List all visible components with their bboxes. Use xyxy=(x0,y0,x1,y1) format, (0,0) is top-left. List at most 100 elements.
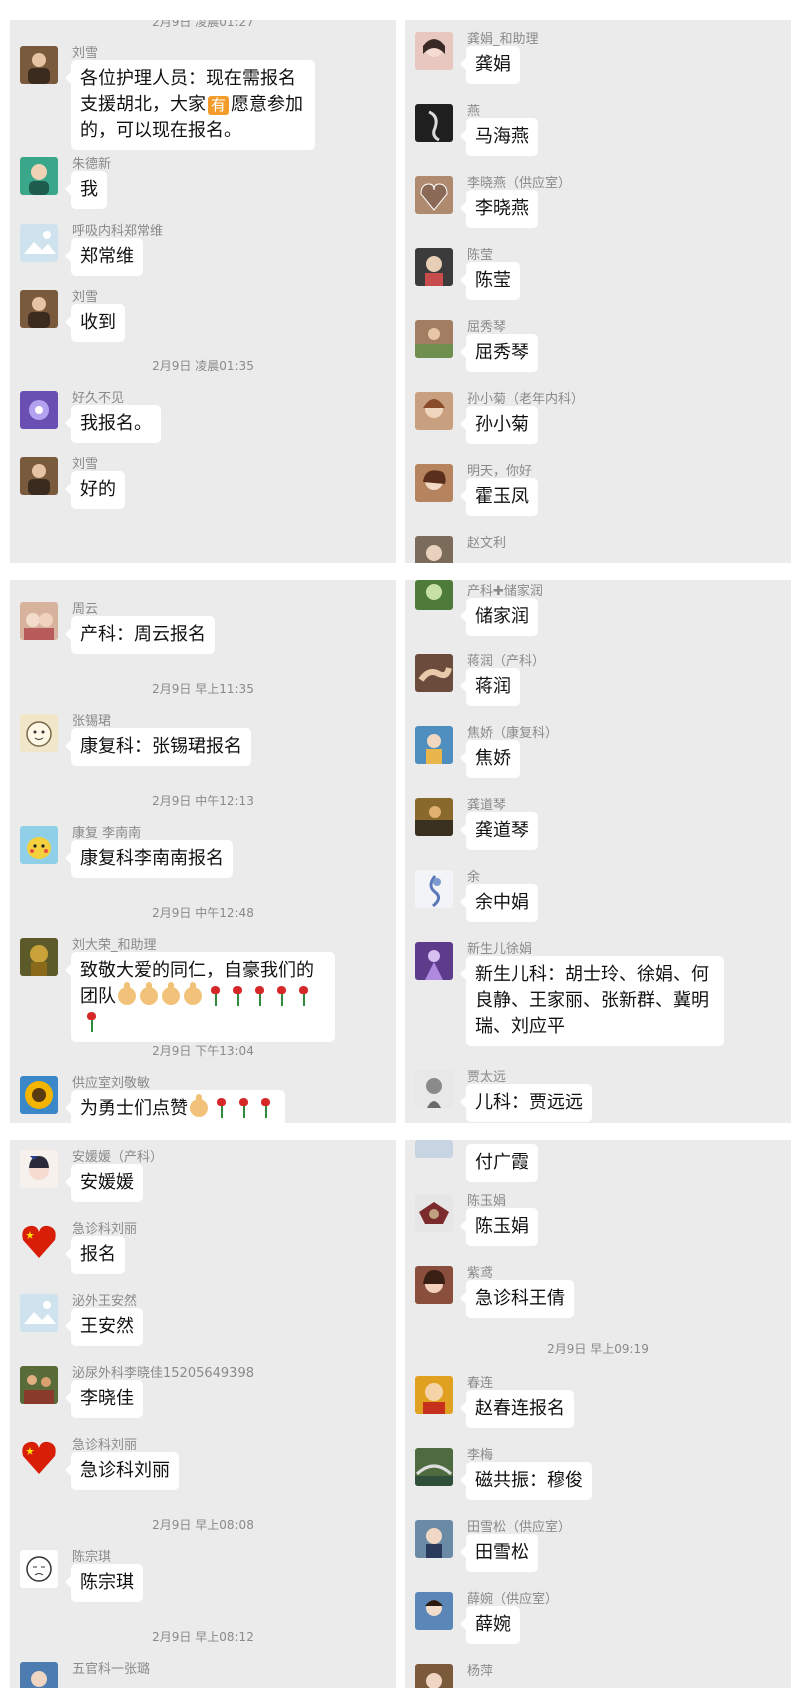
message-row: 薛婉（供应室） 薛婉 xyxy=(405,1588,791,1652)
message-bubble[interactable]: 李晓燕 xyxy=(460,190,538,228)
message-bubble[interactable]: 好的 xyxy=(65,471,125,509)
message-bubble[interactable]: 余中娟 xyxy=(460,884,538,922)
message-bubble[interactable]: 康复科李南南报名 xyxy=(65,840,233,878)
message-bubble[interactable]: 收到 xyxy=(65,304,125,342)
message-bubble[interactable]: 陈莹 xyxy=(460,262,520,300)
message-bubble[interactable]: 为勇士们点赞 xyxy=(65,1090,285,1123)
message-bubble[interactable]: 薛婉 xyxy=(460,1606,520,1644)
message-row: 急诊科刘丽 报名 xyxy=(10,1218,396,1282)
message-bubble[interactable]: 霍玉凤 xyxy=(460,478,538,516)
avatar[interactable] xyxy=(20,224,58,262)
timestamp: 2月9日 凌晨01:35 xyxy=(152,359,254,373)
message-bubble[interactable]: 龚娟 xyxy=(460,46,520,84)
message-text: 李晓燕 xyxy=(475,198,529,219)
avatar[interactable] xyxy=(415,176,453,214)
avatar[interactable] xyxy=(415,104,453,142)
message-text: 焦娇 xyxy=(475,748,511,769)
avatar[interactable] xyxy=(20,1550,58,1588)
avatar[interactable] xyxy=(415,32,453,70)
message-bubble[interactable]: 安媛媛 xyxy=(65,1164,143,1202)
avatar[interactable] xyxy=(415,1140,453,1158)
message-bubble[interactable]: 田雪松 xyxy=(460,1534,538,1572)
avatar[interactable] xyxy=(20,1150,58,1188)
message-bubble[interactable]: 陈玉娟 xyxy=(460,1208,538,1246)
message-bubble[interactable]: 磁共振：穆俊 xyxy=(460,1462,592,1500)
avatar[interactable] xyxy=(415,580,453,610)
message-bubble[interactable]: 付广霞 xyxy=(466,1144,538,1182)
avatar[interactable] xyxy=(20,290,58,328)
message-bubble[interactable]: 屈秀琴 xyxy=(460,334,538,372)
message-bubble[interactable]: 急诊科刘丽 xyxy=(65,1452,179,1490)
avatar[interactable] xyxy=(415,1520,453,1558)
avatar[interactable] xyxy=(415,942,453,980)
rose-icon xyxy=(296,986,310,1006)
sender-name: 陈宗琪 xyxy=(72,1550,112,1565)
avatar[interactable] xyxy=(415,1194,453,1232)
message-bubble[interactable]: 我 xyxy=(65,171,107,209)
message-bubble[interactable]: 致敬大爱的同仁，自豪我们的团队 xyxy=(65,952,335,1042)
avatar[interactable] xyxy=(415,392,453,430)
avatar[interactable] xyxy=(20,602,58,640)
avatar[interactable] xyxy=(415,248,453,286)
avatar[interactable] xyxy=(415,1376,453,1414)
avatar[interactable] xyxy=(415,1664,453,1688)
message-text: 龚道琴 xyxy=(475,820,529,841)
avatar[interactable] xyxy=(20,1076,58,1114)
message-bubble[interactable]: 马海燕 xyxy=(460,118,538,156)
message-row: 刘大荣_和助理 致敬大爱的同仁，自豪我们的团队 xyxy=(10,934,396,1042)
avatar[interactable] xyxy=(20,826,58,864)
avatar[interactable] xyxy=(415,1266,453,1304)
avatar[interactable] xyxy=(20,1222,58,1260)
avatar[interactable] xyxy=(20,457,58,495)
rose-icon xyxy=(230,986,244,1006)
avatar[interactable] xyxy=(415,798,453,836)
avatar[interactable] xyxy=(415,464,453,502)
message-bubble[interactable]: 龚道琴 xyxy=(460,812,538,850)
sender-name: 安媛媛（产科） xyxy=(72,1150,164,1165)
avatar[interactable] xyxy=(20,1366,58,1404)
message-bubble[interactable]: 焦娇 xyxy=(460,740,520,778)
avatar[interactable] xyxy=(415,870,453,908)
avatar[interactable] xyxy=(20,1662,58,1688)
avatar[interactable] xyxy=(20,157,58,195)
avatar[interactable] xyxy=(415,1592,453,1630)
message-bubble[interactable]: 报名 xyxy=(65,1236,125,1274)
message-bubble[interactable]: 我报名。 xyxy=(65,405,161,443)
message-bubble[interactable]: 蒋润 xyxy=(460,668,520,706)
sender-name: 刘雪 xyxy=(72,290,99,305)
message-row: 龚道琴 龚道琴 xyxy=(405,794,791,858)
message-bubble[interactable]: 康复科：张锡珺报名 xyxy=(65,728,251,766)
rose-icon xyxy=(84,1012,98,1032)
sender-name: 田雪松（供应室） xyxy=(467,1520,572,1535)
message-bubble[interactable]: 急诊科王倩 xyxy=(460,1280,574,1318)
avatar[interactable] xyxy=(415,726,453,764)
avatar[interactable] xyxy=(415,654,453,692)
avatar[interactable] xyxy=(20,1438,58,1476)
message-bubble[interactable]: 王安然 xyxy=(65,1308,143,1346)
sender-name: 刘雪 xyxy=(72,46,99,61)
message-bubble[interactable]: 孙小菊 xyxy=(460,406,538,444)
avatar[interactable] xyxy=(20,46,58,84)
message-bubble[interactable]: 赵春连报名 xyxy=(460,1390,574,1428)
avatar[interactable] xyxy=(20,938,58,976)
message-bubble[interactable]: 郑常维 xyxy=(65,238,143,276)
avatar[interactable] xyxy=(415,536,453,563)
message-bubble[interactable]: 各位护理人员：现在需报名支援胡北，大家有愿意参加的，可以现在报名。 xyxy=(65,60,315,150)
message-bubble[interactable]: 储家润 xyxy=(460,598,538,636)
timestamp: 2月9日 中午12:13 xyxy=(152,794,254,808)
message-bubble[interactable]: 产科：周云报名 xyxy=(65,616,215,654)
avatar[interactable] xyxy=(20,391,58,429)
sender-name: 五官科一张璐 xyxy=(72,1662,151,1677)
avatar[interactable] xyxy=(415,320,453,358)
avatar[interactable] xyxy=(415,1070,453,1108)
message-bubble[interactable]: 李晓佳 xyxy=(65,1380,143,1418)
avatar[interactable] xyxy=(415,1448,453,1486)
message-bubble[interactable]: 陈宗琪 xyxy=(65,1564,143,1602)
rose-icon xyxy=(274,986,288,1006)
message-text: 磁共振：穆俊 xyxy=(475,1470,583,1491)
message-bubble[interactable]: 新生儿科：胡士玲、徐娟、何良静、王家丽、张新群、冀明瑞、刘应平 xyxy=(460,956,724,1046)
message-row: 新生儿徐娟 新生儿科：胡士玲、徐娟、何良静、王家丽、张新群、冀明瑞、刘应平 xyxy=(405,938,791,1054)
avatar[interactable] xyxy=(20,1294,58,1332)
message-bubble[interactable]: 儿科：贾远远 xyxy=(460,1084,592,1122)
avatar[interactable] xyxy=(20,714,58,752)
